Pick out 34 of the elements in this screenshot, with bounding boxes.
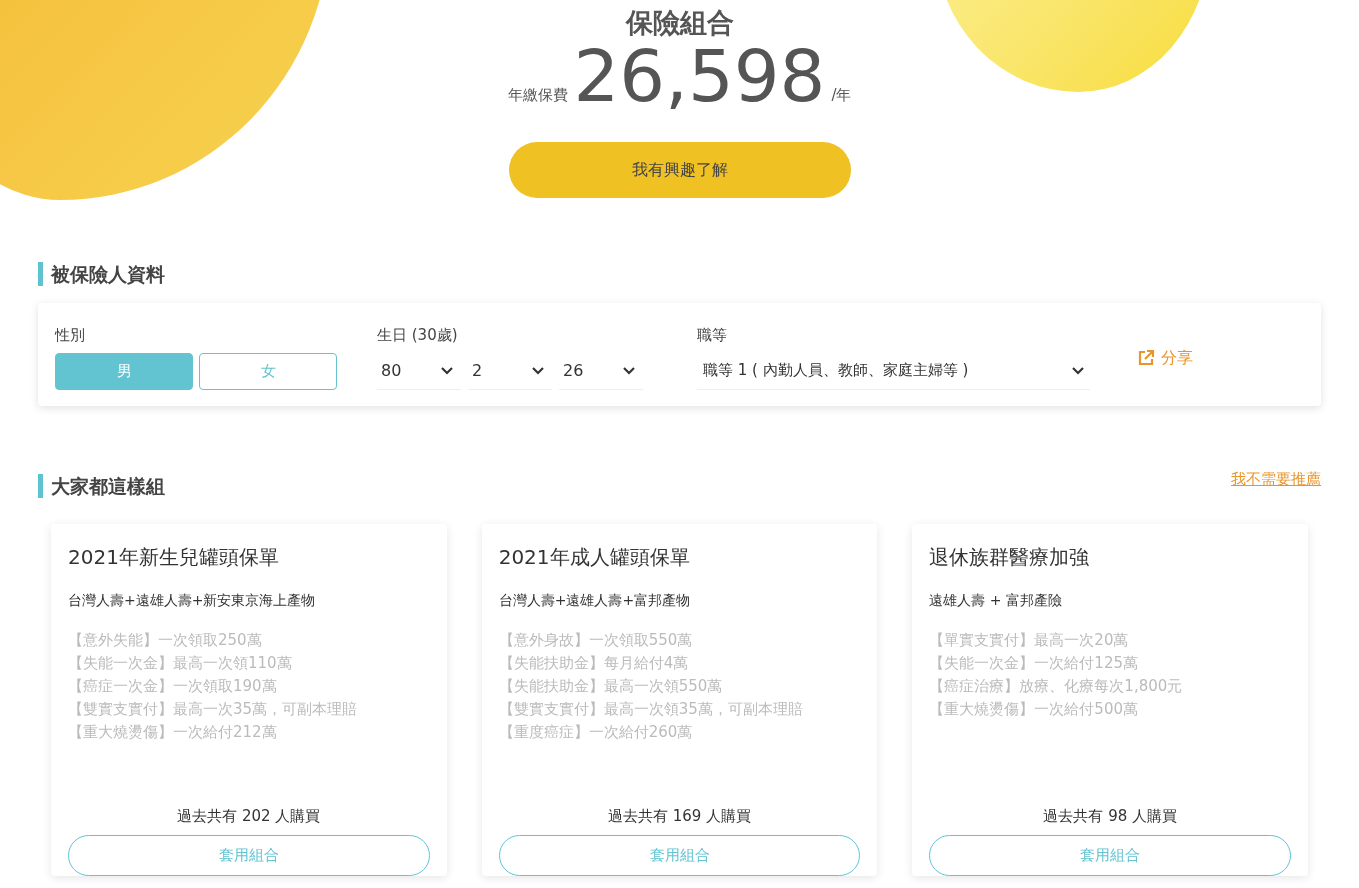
- heading-accent-bar: [38, 473, 43, 498]
- chevron-down-icon: [441, 366, 453, 375]
- section-heading: 大家都這樣組: [51, 473, 165, 499]
- chevron-down-icon: [623, 366, 635, 375]
- plan-title: 退休族群醫療加強: [929, 544, 1091, 570]
- plan-companies: 台灣人壽+遠雄人壽+新安東京海上產物: [68, 591, 317, 610]
- heading-accent-bar: [38, 262, 43, 287]
- gender-option[interactable]: 女: [199, 352, 337, 390]
- occupation-label: 職等: [697, 324, 728, 345]
- buyer-count: 過去共有 202 人購買: [176, 805, 322, 827]
- buyer-count: 過去共有 169 人購買: [606, 805, 753, 827]
- birthday-label: 生日 (30歲): [377, 324, 459, 345]
- interest-button[interactable]: 我有興趣了解: [508, 142, 851, 198]
- plan-companies: 遠雄人壽 + 富邦產險: [929, 591, 1063, 610]
- chevron-down-icon: [532, 366, 544, 375]
- share-icon: [1137, 348, 1155, 367]
- section-heading: 被保險人資料: [51, 262, 165, 287]
- benefit-line: 【癌症治療】放療、化療每次1,800元: [929, 676, 1184, 697]
- gender-option[interactable]: 男: [55, 352, 193, 390]
- plan-title: 2021年成人罐頭保單: [498, 544, 691, 570]
- premium-label: 年繳保費: [507, 84, 568, 106]
- plan-companies: 台灣人壽+遠雄人壽+富邦產物: [498, 591, 692, 610]
- chevron-down-icon: [1072, 366, 1084, 375]
- date-select[interactable]: 80: [377, 352, 461, 390]
- date-select[interactable]: 26: [559, 352, 643, 390]
- date-select[interactable]: 2: [468, 352, 552, 390]
- gender-label: 性別: [55, 324, 86, 345]
- plan-title: 2021年新生兒罐頭保單: [68, 544, 280, 570]
- share-link[interactable]: 分享: [1137, 345, 1193, 370]
- buyer-count: 過去共有 98 人購買: [1042, 805, 1178, 827]
- occupation-select[interactable]: 職等 1 ( 內勤人員、教師、家庭主婦等 ): [697, 352, 1090, 390]
- benefit-line: 【失能扶助金】每月給付4萬: [498, 653, 690, 674]
- premium-unit: /年: [831, 84, 852, 106]
- skip-recommendation-link[interactable]: 我不需要推薦: [1231, 467, 1321, 490]
